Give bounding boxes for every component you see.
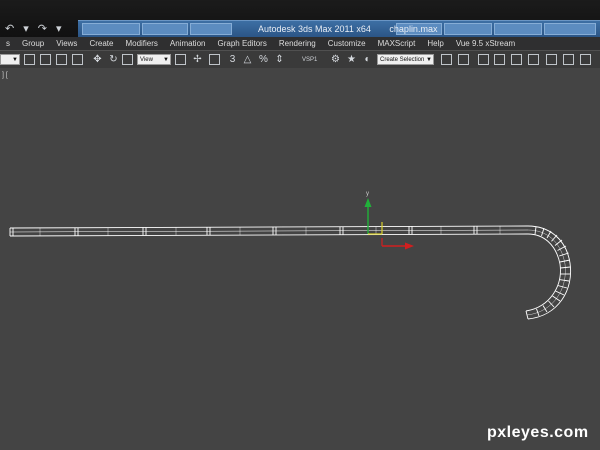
move-icon[interactable]: ✥ bbox=[92, 54, 103, 65]
gizmo-y-label: y bbox=[366, 191, 369, 197]
graphite-tools-icon[interactable] bbox=[494, 54, 505, 65]
viewport-scene: y bbox=[9, 191, 572, 320]
material-editor-icon[interactable] bbox=[546, 54, 557, 65]
chevron-down-icon: ▼ bbox=[12, 57, 18, 63]
window-crossing-icon[interactable] bbox=[72, 54, 83, 65]
named-selection-sets-dropdown[interactable]: Create Selection ▼ bbox=[377, 54, 434, 65]
spinner-snap-icon[interactable]: ⇕ bbox=[274, 54, 285, 65]
select-by-name-icon[interactable] bbox=[40, 54, 51, 65]
window-title: Autodesk 3ds Max 2011 x64 chaplin.max bbox=[258, 24, 437, 34]
menu-item-graph-editors[interactable]: Graph Editors bbox=[211, 37, 272, 50]
render-setup-icon[interactable] bbox=[563, 54, 574, 65]
menu-item-rendering[interactable]: Rendering bbox=[273, 37, 322, 50]
schematic-view-icon[interactable] bbox=[528, 54, 539, 65]
percent-snap-icon[interactable]: % bbox=[258, 54, 269, 65]
snaps-toggle-icon[interactable]: 3 bbox=[227, 54, 238, 65]
named-selection-sets-value: Create Selection bbox=[380, 57, 425, 63]
favorite-star-icon[interactable]: ★ bbox=[346, 54, 357, 65]
chevron-down-icon: ▼ bbox=[163, 57, 169, 63]
app-title: Autodesk 3ds Max 2011 x64 bbox=[258, 24, 371, 34]
mirror-tool-icon[interactable] bbox=[441, 54, 452, 65]
main-toolbar: ▼ ✥ ↻ View ▼ ✢ 3 △ % ⇕ VSP1 ⚙ ★ ◐ Create… bbox=[0, 50, 600, 70]
rotate-icon[interactable]: ↻ bbox=[108, 54, 119, 65]
menu-item-tools[interactable]: s bbox=[0, 37, 16, 50]
menu-bar: s Group Views Create Modifiers Animation… bbox=[0, 37, 600, 50]
selection-region-icon[interactable] bbox=[56, 54, 67, 65]
file-name: chaplin.max bbox=[389, 24, 438, 34]
menu-item-modifiers[interactable]: Modifiers bbox=[119, 37, 163, 50]
scale-icon[interactable] bbox=[122, 54, 133, 65]
quick-access-toolbar: ↶ ▾ ↷ ▾ bbox=[0, 20, 65, 37]
menu-item-help[interactable]: Help bbox=[421, 37, 449, 50]
reference-coordinate-dropdown[interactable]: View ▼ bbox=[137, 54, 171, 65]
align-icon[interactable] bbox=[458, 54, 469, 65]
keyboard-shortcut-override-icon[interactable] bbox=[209, 54, 220, 65]
taskbar-button[interactable] bbox=[82, 23, 140, 35]
taskbar-button[interactable] bbox=[444, 23, 492, 35]
chevron-down-icon: ▼ bbox=[426, 57, 432, 63]
menu-item-views[interactable]: Views bbox=[50, 37, 83, 50]
gizmo-y-arrow-icon[interactable] bbox=[364, 198, 372, 207]
select-manipulate-icon[interactable]: ✢ bbox=[192, 54, 203, 65]
menu-item-create[interactable]: Create bbox=[83, 37, 119, 50]
mirror-icon[interactable]: ◐ bbox=[362, 54, 373, 65]
watermark-logo: pxleyes.com bbox=[487, 424, 589, 441]
select-object-icon[interactable] bbox=[24, 54, 35, 65]
transform-gizmo[interactable]: y bbox=[364, 191, 415, 250]
menu-item-maxscript[interactable]: MAXScript bbox=[372, 37, 422, 50]
taskbar-button[interactable] bbox=[494, 23, 542, 35]
title-bar: ↶ ▾ ↷ ▾ Autodesk 3ds Max 2011 x64 chapli… bbox=[0, 0, 600, 37]
taskbar-button[interactable] bbox=[190, 23, 232, 35]
taskbar-button[interactable] bbox=[544, 23, 596, 35]
angle-snap-icon[interactable]: △ bbox=[242, 54, 253, 65]
taskbar-button[interactable] bbox=[142, 23, 188, 35]
menu-item-animation[interactable]: Animation bbox=[164, 37, 212, 50]
menu-item-group[interactable]: Group bbox=[16, 37, 50, 50]
undo-history-button[interactable]: ▾ bbox=[20, 21, 32, 37]
selection-filter-dropdown[interactable]: ▼ bbox=[0, 54, 20, 65]
named-selection-icon[interactable]: ⚙ bbox=[330, 54, 341, 65]
gizmo-x-arrow-icon[interactable] bbox=[405, 242, 414, 250]
cane-wireframe[interactable] bbox=[9, 225, 572, 320]
undo-button[interactable]: ↶ bbox=[2, 21, 17, 37]
menu-item-vue-xstream[interactable]: Vue 9.5 xStream bbox=[450, 37, 521, 50]
curve-editor-icon[interactable] bbox=[511, 54, 522, 65]
redo-history-button[interactable]: ▾ bbox=[53, 21, 65, 37]
reference-coordinate-value: View bbox=[140, 57, 153, 63]
viewport-front[interactable]: ] [y pxleyes.com bbox=[0, 68, 600, 450]
vsp-label: VSP1 bbox=[302, 57, 318, 63]
redo-button[interactable]: ↷ bbox=[35, 21, 50, 37]
rendered-frame-window-icon[interactable] bbox=[580, 54, 591, 65]
layer-manager-icon[interactable] bbox=[478, 54, 489, 65]
pivot-point-icon[interactable] bbox=[175, 54, 186, 65]
menu-item-customize[interactable]: Customize bbox=[322, 37, 372, 50]
